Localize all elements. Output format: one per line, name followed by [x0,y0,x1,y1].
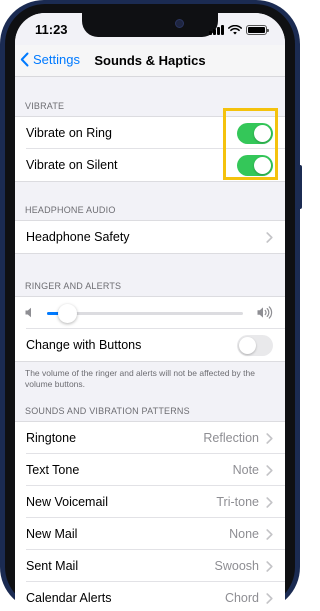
list-item-value: Tri-tone [216,495,259,509]
phone-frame: 11:23 Settings Sounds & Haptics VIBRATE … [0,0,302,611]
headphone-safety-label: Headphone Safety [26,230,130,244]
back-button-label: Settings [33,52,80,67]
ringer-group: Change with Buttons [15,296,285,362]
chevron-right-icon [266,232,273,243]
vibrate-on-ring-toggle[interactable] [237,123,273,144]
status-bar: 11:23 [15,13,285,45]
list-item-label: Calendar Alerts [26,591,112,605]
list-item-label: New Voicemail [26,495,108,509]
ringer-footnote: The volume of the ringer and alerts will… [25,368,255,389]
list-item-value: Swoosh [214,559,259,573]
list-item[interactable]: Calendar Alerts Chord [15,582,285,611]
change-with-buttons-toggle[interactable] [237,335,273,356]
list-item-value: None [229,527,259,541]
status-time: 11:23 [35,22,68,37]
section-header-sounds-patterns: SOUNDS AND VIBRATION PATTERNS [25,406,190,416]
chevron-right-icon [266,497,273,508]
status-icons [209,24,269,36]
speaker-low-icon [25,307,31,318]
list-item-label: New Mail [26,527,78,541]
chevron-right-icon [266,465,273,476]
navigation-bar: Settings Sounds & Haptics [15,45,285,77]
section-header-ringer-alerts: RINGER AND ALERTS [25,281,122,291]
list-item[interactable]: New Voicemail Tri-tone [15,486,285,518]
vibrate-on-silent-row: Vibrate on Silent [15,149,285,181]
list-item[interactable]: Sent Mail Swoosh [15,550,285,582]
section-header-vibrate: VIBRATE [25,101,65,111]
list-item-label: Sent Mail [26,559,79,573]
change-with-buttons-row: Change with Buttons [15,329,285,361]
list-item-label: Text Tone [26,463,80,477]
list-item[interactable]: Text Tone Note [15,454,285,486]
vibrate-on-silent-label: Vibrate on Silent [26,158,118,172]
vibrate-on-silent-toggle[interactable] [237,155,273,176]
screen: 11:23 Settings Sounds & Haptics VIBRATE … [15,13,285,611]
chevron-right-icon [266,433,273,444]
section-header-headphone-audio: HEADPHONE AUDIO [25,205,116,215]
cellular-signal-icon [209,25,224,35]
chevron-left-icon [20,52,29,67]
chevron-right-icon [266,529,273,540]
chevron-right-icon [266,593,273,604]
list-item-value: Reflection [203,431,259,445]
back-button[interactable]: Settings [20,52,80,67]
headphone-safety-row[interactable]: Headphone Safety [15,221,285,253]
list-item[interactable]: Ringtone Reflection [15,422,285,454]
ringer-volume-slider[interactable] [47,304,243,323]
vibrate-group: Vibrate on Ring Vibrate on Silent [15,116,285,182]
chevron-right-icon [266,561,273,572]
battery-icon [246,25,269,35]
volume-button [0,150,2,190]
power-button [298,165,302,209]
speaker-high-icon [257,306,273,319]
wifi-icon [228,25,242,35]
mute-switch [0,110,2,134]
slider-thumb[interactable] [57,304,77,323]
list-item-value: Note [232,463,259,477]
patterns-group: Ringtone Reflection Text Tone Note New Voice… [15,421,285,611]
list-item-label: Ringtone [26,431,77,445]
list-item-value: Chord [224,591,259,605]
change-with-buttons-label: Change with Buttons [26,338,142,352]
notch [82,13,218,37]
headphone-group: Headphone Safety [15,220,285,254]
vibrate-on-ring-label: Vibrate on Ring [26,126,112,140]
camera-icon [175,19,184,28]
list-item[interactable]: New Mail None [15,518,285,550]
vibrate-on-ring-row: Vibrate on Ring [15,117,285,149]
ringer-volume-row [15,297,285,329]
